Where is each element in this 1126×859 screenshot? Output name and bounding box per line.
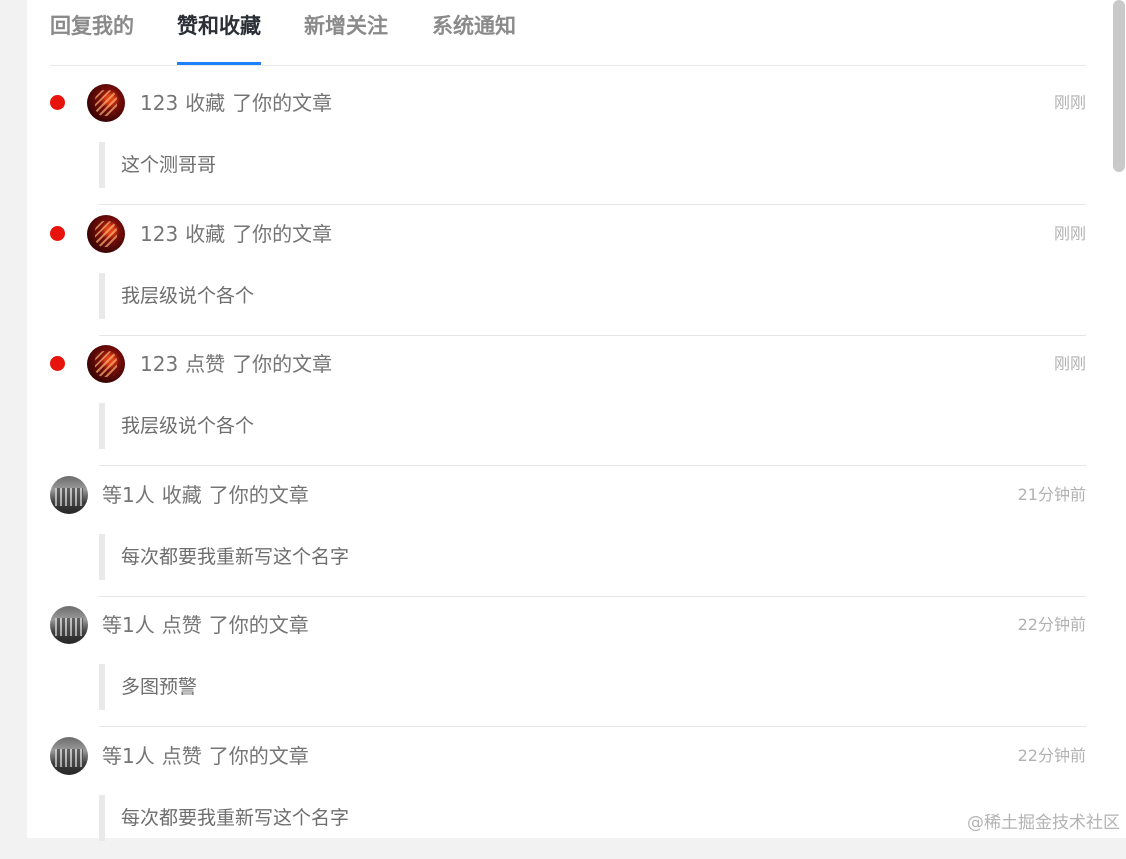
- notification-summary: 等1人 收藏 了你的文章: [102, 481, 309, 509]
- article-title-quote[interactable]: 我层级说个各个: [99, 403, 599, 449]
- tab-replies[interactable]: 回复我的: [50, 10, 134, 65]
- divider: [99, 465, 1086, 466]
- avatar[interactable]: [50, 737, 88, 775]
- user-name[interactable]: 123: [140, 352, 178, 376]
- user-name[interactable]: 等1人: [102, 613, 155, 637]
- target-text[interactable]: 了你的文章: [209, 483, 309, 507]
- unread-dot: [50, 226, 65, 241]
- target-text[interactable]: 了你的文章: [232, 352, 332, 376]
- user-name[interactable]: 等1人: [102, 744, 155, 768]
- notification-summary: 等1人 点赞 了你的文章: [102, 742, 309, 770]
- tab-likes-favorites[interactable]: 赞和收藏: [177, 10, 261, 65]
- article-title-quote[interactable]: 我层级说个各个: [99, 273, 599, 319]
- timestamp: 22分钟前: [1017, 615, 1086, 634]
- action-text: 点赞: [161, 744, 202, 768]
- tab-system-notices[interactable]: 系统通知: [432, 10, 516, 65]
- avatar[interactable]: [87, 345, 125, 383]
- notification-item[interactable]: 等1人 收藏 了你的文章 21分钟前每次都要我重新写这个名字: [0, 468, 1126, 598]
- timestamp: 刚刚: [1053, 224, 1086, 243]
- user-name[interactable]: 等1人: [102, 483, 155, 507]
- article-title-quote[interactable]: 这个测哥哥: [99, 142, 599, 188]
- divider: [99, 726, 1086, 727]
- avatar[interactable]: [50, 606, 88, 644]
- notification-summary: 等1人 点赞 了你的文章: [102, 611, 309, 639]
- notification-item[interactable]: 123 收藏 了你的文章 刚刚这个测哥哥: [0, 76, 1126, 206]
- notification-summary: 123 收藏 了你的文章: [140, 220, 332, 248]
- watermark: @稀土掘金技术社区: [967, 813, 1120, 833]
- user-name[interactable]: 123: [140, 222, 178, 246]
- timestamp: 刚刚: [1053, 354, 1086, 373]
- notification-item[interactable]: 等1人 点赞 了你的文章 22分钟前每次都要我重新写这个名字: [0, 729, 1126, 859]
- user-name[interactable]: 123: [140, 91, 178, 115]
- avatar[interactable]: [87, 84, 125, 122]
- action-text: 收藏: [161, 483, 202, 507]
- unread-dot: [50, 95, 65, 110]
- avatar[interactable]: [50, 476, 88, 514]
- notification-summary: 123 收藏 了你的文章: [140, 89, 332, 117]
- target-text[interactable]: 了你的文章: [232, 91, 332, 115]
- target-text[interactable]: 了你的文章: [209, 744, 309, 768]
- target-text[interactable]: 了你的文章: [232, 222, 332, 246]
- avatar[interactable]: [87, 215, 125, 253]
- unread-dot: [50, 356, 65, 371]
- action-text: 点赞: [161, 613, 202, 637]
- article-title-quote[interactable]: 每次都要我重新写这个名字: [99, 795, 599, 841]
- divider: [99, 335, 1086, 336]
- article-title-quote[interactable]: 每次都要我重新写这个名字: [99, 534, 599, 580]
- notification-tabs: 回复我的 赞和收藏 新增关注 系统通知: [50, 0, 1086, 66]
- scrollbar-thumb[interactable]: [1113, 0, 1125, 172]
- scrollbar[interactable]: [1111, 0, 1126, 838]
- notification-item[interactable]: 等1人 点赞 了你的文章 22分钟前多图预警: [0, 598, 1126, 728]
- divider: [99, 204, 1086, 205]
- action-text: 点赞: [185, 352, 226, 376]
- timestamp: 21分钟前: [1017, 485, 1086, 504]
- divider: [99, 596, 1086, 597]
- notification-item[interactable]: 123 收藏 了你的文章 刚刚我层级说个各个: [0, 207, 1126, 337]
- action-text: 收藏: [185, 222, 226, 246]
- target-text[interactable]: 了你的文章: [209, 613, 309, 637]
- article-title-quote[interactable]: 多图预警: [99, 664, 599, 710]
- notification-summary: 123 点赞 了你的文章: [140, 350, 332, 378]
- timestamp: 22分钟前: [1017, 746, 1086, 765]
- action-text: 收藏: [185, 91, 226, 115]
- tab-new-followers[interactable]: 新增关注: [304, 10, 388, 65]
- timestamp: 刚刚: [1053, 93, 1086, 112]
- notification-item[interactable]: 123 点赞 了你的文章 刚刚我层级说个各个: [0, 337, 1126, 467]
